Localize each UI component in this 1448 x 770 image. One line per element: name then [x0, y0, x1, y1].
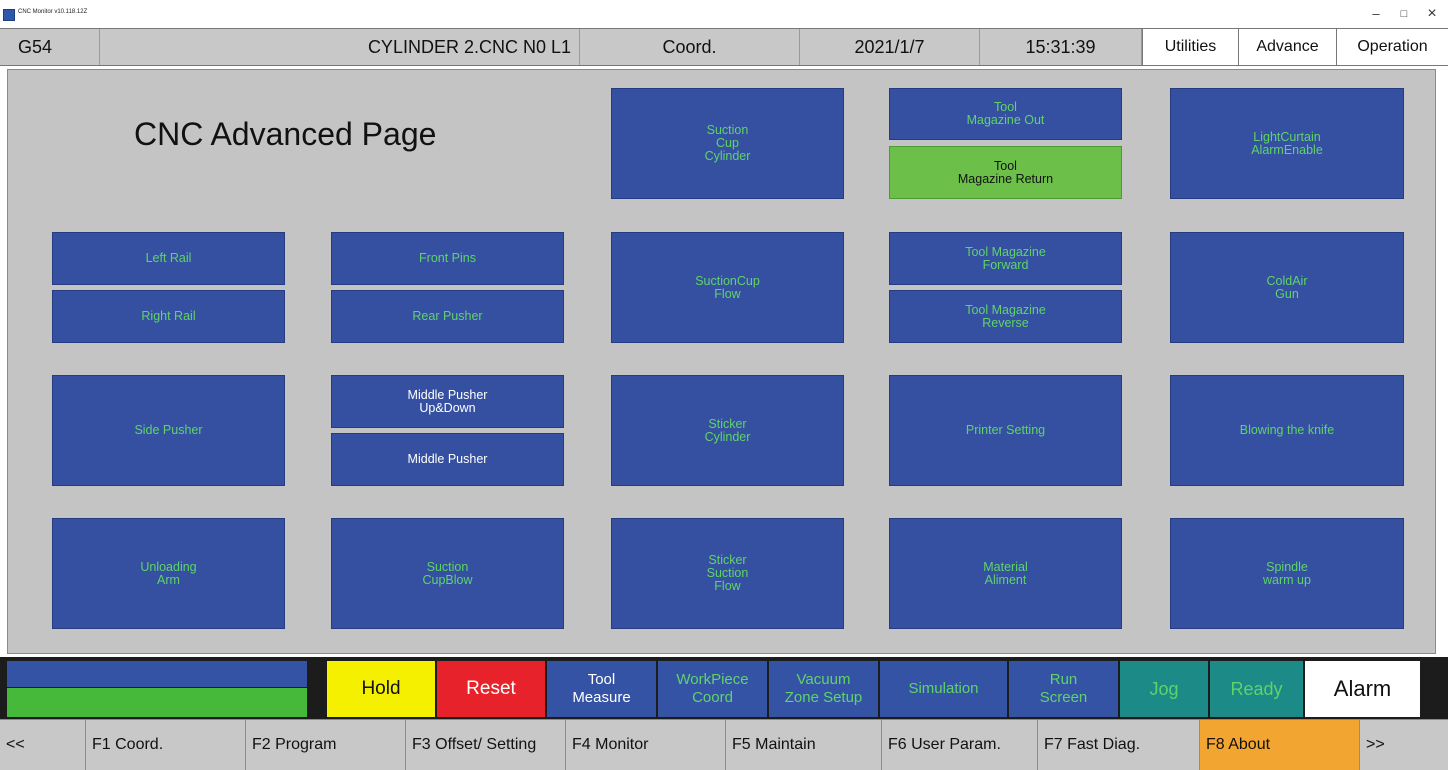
fkey-prev[interactable]: <<	[0, 720, 86, 770]
window-title: CNC Monitor v10.118.12Z	[18, 9, 88, 15]
coldair-gun-button[interactable]: ColdAir Gun	[1170, 232, 1404, 343]
vacuum-zone-setup-button[interactable]: Vacuum Zone Setup	[769, 661, 878, 717]
simulation-button[interactable]: Simulation	[880, 661, 1007, 717]
side-pusher-button[interactable]: Side Pusher	[52, 375, 285, 486]
fkey-f7-fast-diag[interactable]: F7 Fast Diag.	[1038, 720, 1200, 770]
coord-system-label: G54	[0, 29, 100, 65]
status-indicator-top	[7, 661, 307, 687]
status-bar: G54 CYLINDER 2.CNC N0 L1 Coord. 2021/1/7…	[0, 28, 1448, 66]
fkey-f6-user-param[interactable]: F6 User Param.	[882, 720, 1038, 770]
status-indicator-bottom	[7, 688, 307, 717]
tab-utilities[interactable]: Utilities	[1142, 29, 1238, 65]
tool-magazine-forward-button[interactable]: Tool Magazine Forward	[889, 232, 1122, 285]
fkey-f4-monitor[interactable]: F4 Monitor	[566, 720, 726, 770]
run-screen-button[interactable]: Run Screen	[1009, 661, 1118, 717]
rear-pusher-button[interactable]: Rear Pusher	[331, 290, 564, 343]
material-aliment-button[interactable]: Material Aliment	[889, 518, 1122, 629]
maximize-icon[interactable]: □	[1390, 4, 1418, 24]
front-pins-button[interactable]: Front Pins	[331, 232, 564, 285]
suction-cup-cylinder-button[interactable]: Suction Cup Cylinder	[611, 88, 844, 199]
printer-setting-button[interactable]: Printer Setting	[889, 375, 1122, 486]
fkey-f1-coord[interactable]: F1 Coord.	[86, 720, 246, 770]
right-rail-button[interactable]: Right Rail	[52, 290, 285, 343]
hold-button[interactable]: Hold	[327, 661, 435, 717]
fkey-next[interactable]: >>	[1360, 720, 1448, 770]
close-icon[interactable]: ×	[1418, 4, 1446, 24]
middle-pusher-updown-button[interactable]: Middle Pusher Up&Down	[331, 375, 564, 428]
tool-magazine-out-button[interactable]: Tool Magazine Out	[889, 88, 1122, 140]
tool-magazine-reverse-button[interactable]: Tool Magazine Reverse	[889, 290, 1122, 343]
mode-label: Coord.	[580, 29, 800, 65]
fkey-f8-about[interactable]: F8 About	[1200, 720, 1360, 770]
tool-measure-button[interactable]: Tool Measure	[547, 661, 656, 717]
window-titlebar: CNC Monitor v10.118.12Z – □ ×	[0, 0, 1448, 28]
tool-magazine-return-button[interactable]: Tool Magazine Return	[889, 146, 1122, 199]
tab-advance[interactable]: Advance	[1238, 29, 1336, 65]
unloading-arm-button[interactable]: Unloading Arm	[52, 518, 285, 629]
program-name: CYLINDER 2.CNC N0 L1	[100, 29, 580, 65]
fkey-f2-program[interactable]: F2 Program	[246, 720, 406, 770]
page-title: CNC Advanced Page	[134, 116, 437, 152]
fkey-f3-offset-setting[interactable]: F3 Offset/ Setting	[406, 720, 566, 770]
suction-cupblow-button[interactable]: Suction CupBlow	[331, 518, 564, 629]
ready-indicator: Ready	[1210, 661, 1303, 717]
reset-button[interactable]: Reset	[437, 661, 545, 717]
left-rail-button[interactable]: Left Rail	[52, 232, 285, 285]
date-label: 2021/1/7	[800, 29, 980, 65]
minimize-icon[interactable]: –	[1362, 4, 1390, 24]
alarm-indicator[interactable]: Alarm	[1305, 661, 1420, 717]
spindle-warm-up-button[interactable]: Spindle warm up	[1170, 518, 1404, 629]
jog-indicator: Jog	[1120, 661, 1208, 717]
lightcurtain-alarm-button[interactable]: LightCurtain AlarmEnable	[1170, 88, 1404, 199]
time-label: 15:31:39	[980, 29, 1142, 65]
middle-pusher-button[interactable]: Middle Pusher	[331, 433, 564, 486]
app-icon	[3, 9, 15, 21]
sticker-cylinder-button[interactable]: Sticker Cylinder	[611, 375, 844, 486]
fkey-f5-maintain[interactable]: F5 Maintain	[726, 720, 882, 770]
blowing-knife-button[interactable]: Blowing the knife	[1170, 375, 1404, 486]
workpiece-coord-button[interactable]: WorkPiece Coord	[658, 661, 767, 717]
sticker-suction-flow-button[interactable]: Sticker Suction Flow	[611, 518, 844, 629]
tab-operation[interactable]: Operation	[1336, 29, 1448, 65]
suctioncup-flow-button[interactable]: SuctionCup Flow	[611, 232, 844, 343]
